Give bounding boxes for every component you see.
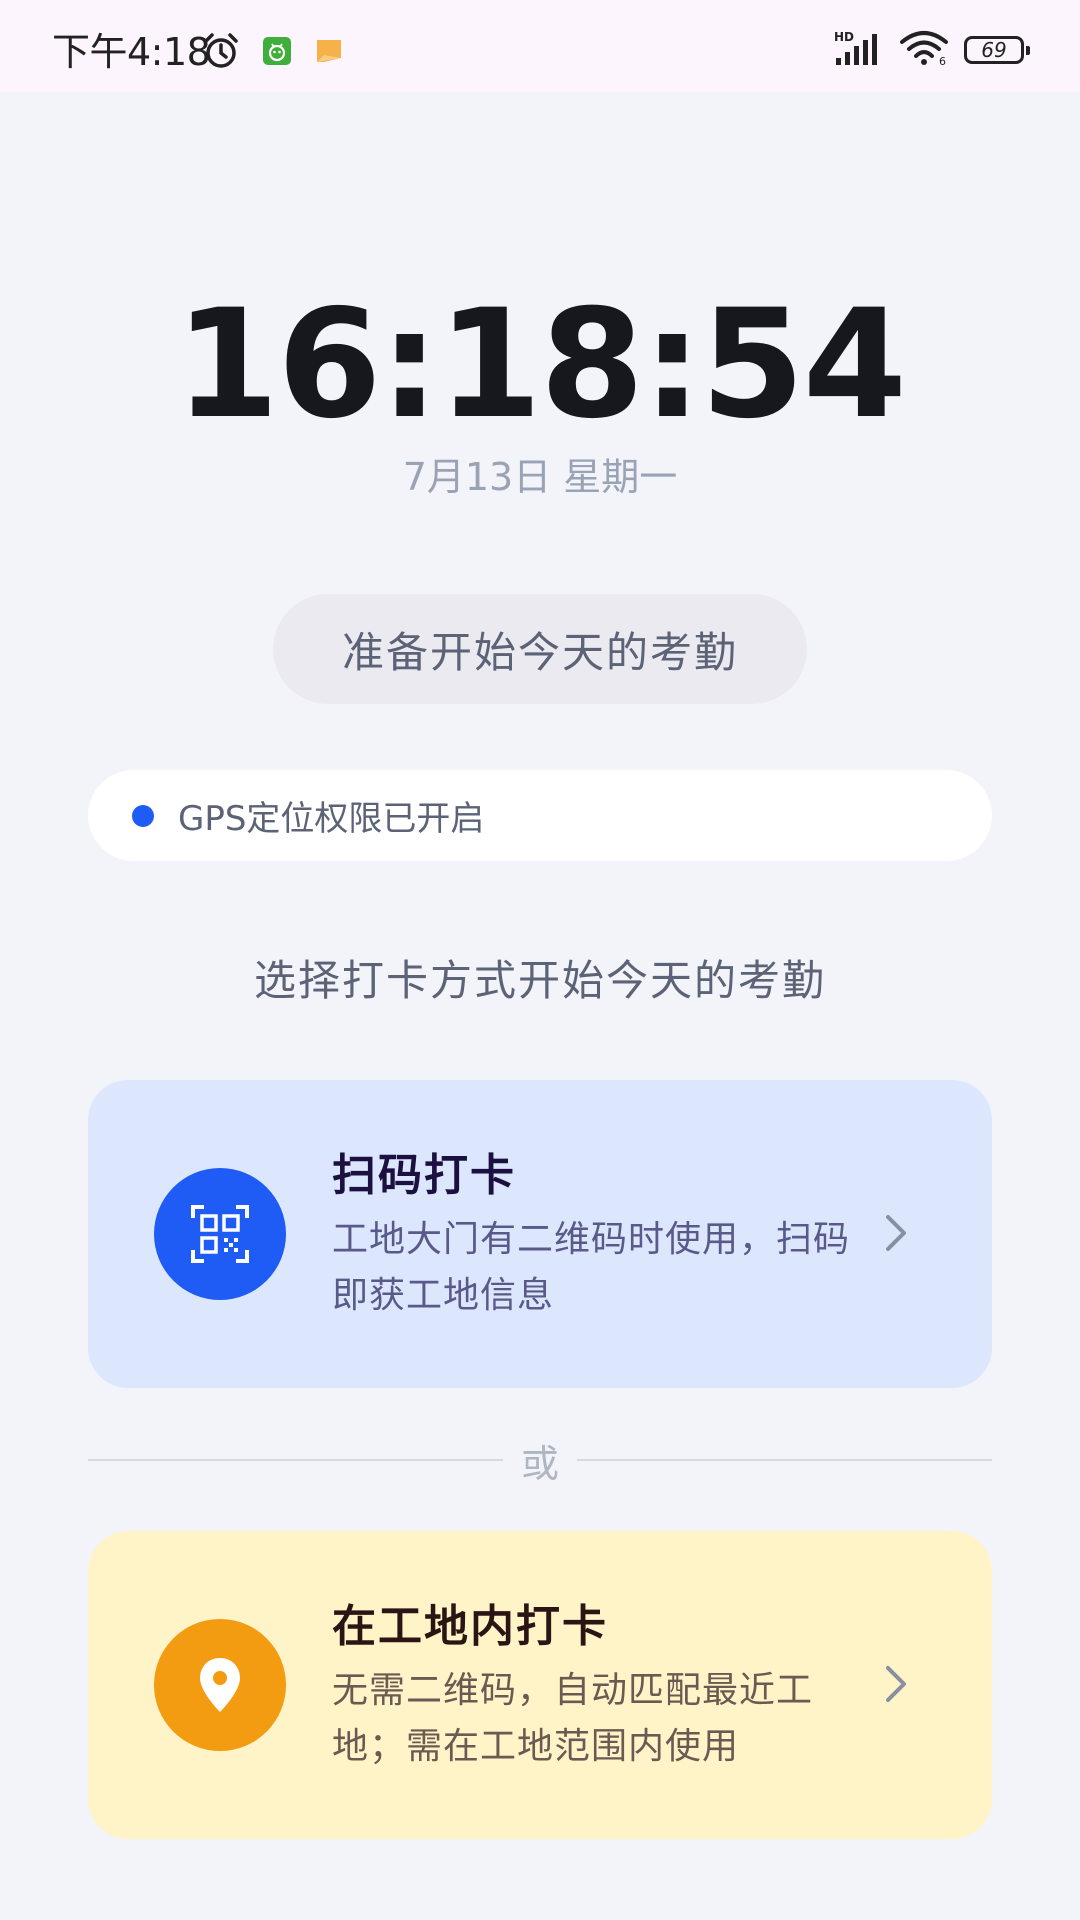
checkin-method-title: 选择打卡方式开始今天的考勤 — [253, 956, 826, 1005]
onsite-description: 无需二维码，自动匹配最近工地；需在工地范围内使用 — [332, 1670, 814, 1767]
onsite-title: 在工地内打卡 — [332, 1601, 608, 1652]
svg-text:HD: HD — [834, 30, 854, 44]
attendance-status-text: 准备开始今天的考勤 — [341, 627, 738, 677]
status-time: 下午4:18 — [52, 30, 211, 74]
location-pin-icon — [154, 1619, 286, 1751]
gps-status-card: GPS定位权限已开启 — [88, 770, 992, 861]
wifi-icon: 6 — [900, 30, 950, 70]
status-right: HD 6 69 — [834, 30, 1030, 70]
chevron-right-icon — [872, 1659, 922, 1709]
attendance-status-pill: 准备开始今天的考勤 — [273, 594, 807, 704]
chevron-right-icon — [872, 1208, 922, 1258]
gps-status-dot — [132, 804, 154, 827]
status-left-icons — [202, 32, 344, 74]
alarm-clock-icon — [202, 32, 240, 74]
or-divider: 或 — [88, 1432, 993, 1488]
onsite-checkin-button[interactable]: 在工地内打卡 无需二维码，自动匹配最近工地；需在工地范围内使用 — [88, 1531, 992, 1839]
divider-line-left — [88, 1459, 503, 1461]
svg-text:6: 6 — [939, 55, 946, 66]
gps-status-text: GPS定位权限已开启 — [178, 799, 485, 839]
hd-signal-icon: HD — [834, 30, 886, 70]
divider-line-right — [577, 1459, 993, 1461]
clock-date: 7月13日 星期一 — [402, 455, 678, 499]
attendance-screen: 下午4:18 HD 6 69 16:18:54 7月13日 星期一 准备开始今天… — [0, 0, 1080, 1920]
message-flag-icon — [314, 36, 344, 70]
scan-qr-checkin-button[interactable]: 扫码打卡 工地大门有二维码时使用，扫码即获工地信息 — [88, 1080, 992, 1388]
status-bar: 下午4:18 HD 6 69 — [0, 0, 1080, 92]
scan-qr-description: 工地大门有二维码时使用，扫码即获工地信息 — [332, 1219, 851, 1316]
battery-indicator: 69 — [964, 36, 1030, 64]
qr-code-icon — [154, 1168, 286, 1300]
scan-qr-title: 扫码打卡 — [332, 1150, 516, 1201]
app-android-icon — [262, 36, 292, 70]
clock-time: 16:18:54 — [174, 278, 907, 452]
divider-text: 或 — [521, 1441, 560, 1486]
battery-level: 69 — [981, 38, 1007, 62]
